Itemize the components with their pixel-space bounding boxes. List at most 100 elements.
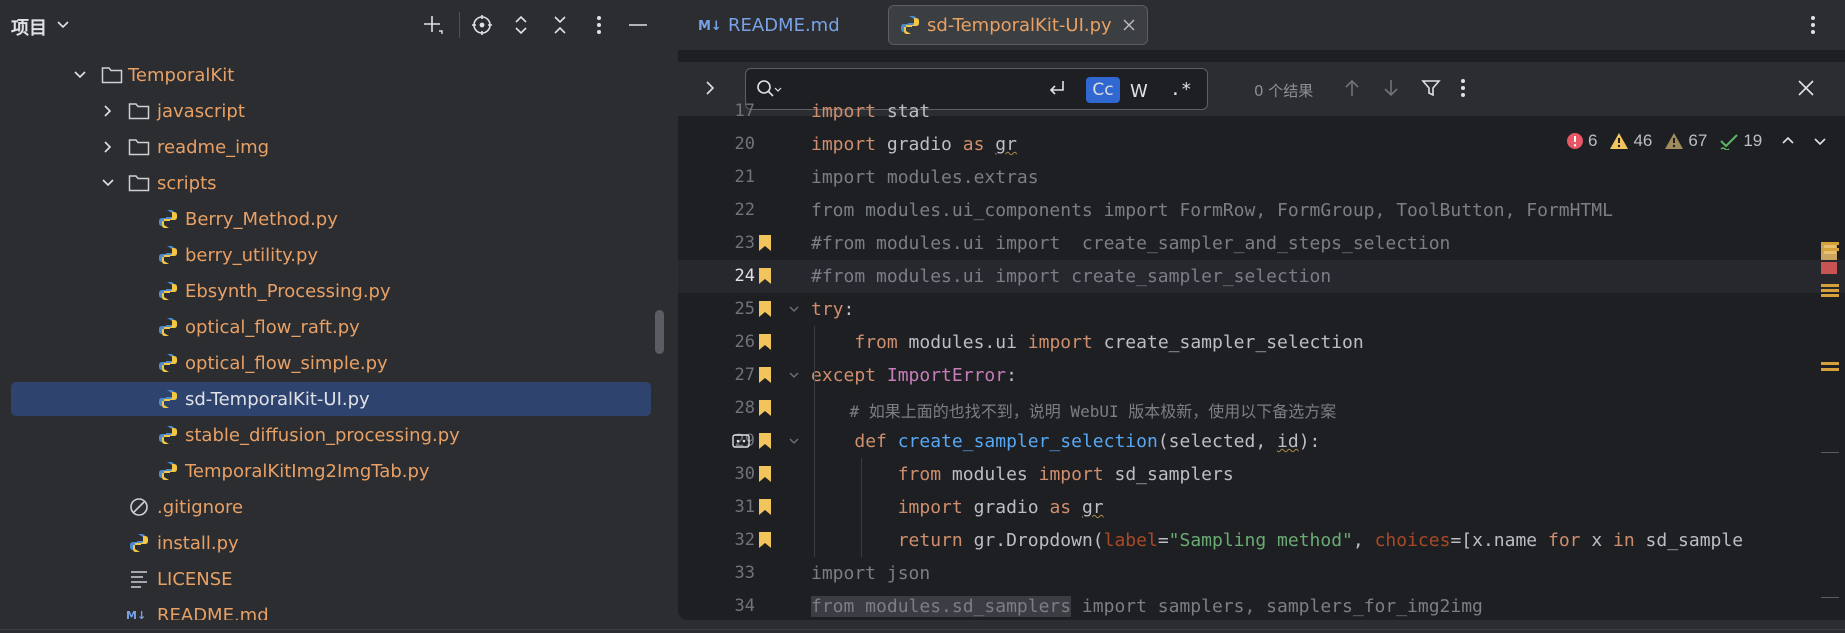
chevron-up-icon[interactable] bbox=[1780, 133, 1796, 149]
line-number: 27 bbox=[734, 365, 755, 385]
code-text: from modules import sd_samplers bbox=[897, 464, 1234, 485]
chevron-down-icon[interactable] bbox=[73, 68, 87, 82]
line-number: 31 bbox=[734, 497, 755, 517]
bookmark-icon[interactable] bbox=[758, 531, 772, 549]
svg-text:M↓: M↓ bbox=[126, 609, 146, 620]
chevron-right-icon[interactable] bbox=[704, 80, 716, 96]
bookmark-icon[interactable] bbox=[758, 333, 772, 351]
python-icon bbox=[159, 246, 177, 264]
more-vertical-icon[interactable] bbox=[1810, 14, 1816, 36]
tree-item-label: Ebsynth_Processing.py bbox=[185, 281, 391, 302]
bookmark-icon[interactable] bbox=[758, 498, 772, 516]
tree-item-file[interactable]: optical_flow_raft.py bbox=[0, 309, 670, 345]
tree-item-license[interactable]: LICENSE bbox=[0, 561, 670, 597]
close-icon[interactable] bbox=[1122, 18, 1136, 32]
python-icon bbox=[159, 390, 177, 408]
bookmark-icon[interactable] bbox=[758, 432, 772, 450]
tree-item-scripts[interactable]: scripts bbox=[0, 165, 670, 201]
bookmark-icon[interactable] bbox=[758, 234, 772, 252]
tree-item-file[interactable]: optical_flow_simple.py bbox=[0, 345, 670, 381]
line-number: 20 bbox=[734, 134, 755, 154]
tree-item-javascript[interactable]: javascript bbox=[0, 93, 670, 129]
collapse-all-button[interactable] bbox=[548, 13, 572, 37]
chevron-right-icon[interactable] bbox=[101, 140, 115, 154]
tab-readme[interactable]: M↓ README.md bbox=[698, 5, 858, 45]
line-number: 22 bbox=[734, 200, 755, 220]
code-editor[interactable]: 17 import stat 20 import gradio as gr 21… bbox=[678, 101, 1845, 620]
bookmark-icon[interactable] bbox=[758, 267, 772, 285]
locate-file-button[interactable] bbox=[470, 13, 494, 37]
plus-icon bbox=[424, 16, 443, 34]
fold-icon[interactable] bbox=[788, 304, 800, 314]
code-line: 25 try: bbox=[678, 293, 1845, 326]
line-number: 34 bbox=[734, 596, 755, 616]
bookmark-icon[interactable] bbox=[758, 366, 772, 384]
code-text: import gradio as gr bbox=[897, 497, 1104, 518]
folder-icon bbox=[128, 103, 150, 120]
options-button[interactable] bbox=[587, 13, 611, 37]
code-text: return gr.Dropdown(label="Sampling metho… bbox=[897, 530, 1744, 551]
tree-item-temporalkit[interactable]: TemporalKit bbox=[0, 57, 670, 93]
fold-icon[interactable] bbox=[788, 436, 800, 446]
bookmark-icon[interactable] bbox=[758, 465, 772, 483]
tree-item-file[interactable]: TemporalKitImg2ImgTab.py bbox=[0, 453, 670, 489]
bookmark-stripe[interactable] bbox=[1821, 289, 1839, 292]
tree-item-label: sd-TemporalKit-UI.py bbox=[185, 389, 370, 410]
fold-icon[interactable] bbox=[788, 370, 800, 380]
tree-item-label: Berry_Method.py bbox=[185, 209, 338, 230]
chevron-down-icon[interactable] bbox=[101, 176, 115, 190]
bookmark-stripe[interactable] bbox=[1821, 242, 1839, 245]
inspection-widget[interactable]: 6 46 67 19 bbox=[1566, 130, 1828, 152]
code-line: 30 from modules import sd_samplers bbox=[678, 458, 1845, 491]
code-text: #from modules.ui import create_sampler_s… bbox=[811, 266, 1332, 287]
project-panel-title[interactable]: 项目 bbox=[11, 14, 47, 40]
python-icon bbox=[901, 16, 919, 34]
bookmark-stripe[interactable] bbox=[1821, 248, 1839, 251]
tree-item-selected-file[interactable]: sd-TemporalKit-UI.py bbox=[0, 381, 670, 417]
typo-count: 19 bbox=[1743, 131, 1763, 150]
code-text: except ImportError: bbox=[811, 365, 1017, 386]
tree-item-file[interactable]: Berry_Method.py bbox=[0, 201, 670, 237]
tree-item-readme-img[interactable]: readme_img bbox=[0, 129, 670, 165]
chevron-down-icon[interactable] bbox=[56, 17, 70, 31]
code-line-current: 24 #from modules.ui import create_sample… bbox=[678, 260, 1845, 293]
tree-item-install[interactable]: install.py bbox=[0, 525, 670, 561]
tree-item-file[interactable]: stable_diffusion_processing.py bbox=[0, 417, 670, 453]
tree-item-file[interactable]: Ebsynth_Processing.py bbox=[0, 273, 670, 309]
weak-warning-icon bbox=[1665, 133, 1684, 149]
bookmark-stripe[interactable] bbox=[1821, 362, 1839, 365]
expand-all-button[interactable] bbox=[509, 13, 533, 37]
code-text: import json bbox=[811, 563, 931, 584]
code-text: def create_sampler_selection(selected, i… bbox=[854, 431, 1321, 452]
new-file-button[interactable] bbox=[421, 13, 445, 37]
error-stripe-marker[interactable] bbox=[1821, 262, 1837, 274]
code-line: 23 #from modules.ui import create_sample… bbox=[678, 227, 1845, 260]
text-file-icon bbox=[131, 571, 147, 588]
python-icon bbox=[159, 318, 177, 336]
expand-all-icon bbox=[515, 15, 527, 35]
hide-panel-button[interactable] bbox=[626, 13, 650, 37]
bookmark-stripe[interactable] bbox=[1821, 284, 1839, 287]
code-text: import gradio as gr bbox=[811, 134, 1017, 155]
indent-guide bbox=[861, 458, 862, 557]
code-line: 32 return gr.Dropdown(label="Sampling me… bbox=[678, 524, 1845, 557]
tab-sd-temporalkit-ui[interactable]: sd-TemporalKit-UI.py bbox=[888, 5, 1148, 45]
tree-item-label: readme_img bbox=[157, 137, 270, 158]
line-number: 23 bbox=[734, 233, 755, 253]
bookmark-stripe[interactable] bbox=[1821, 368, 1839, 371]
tree-scrollbar[interactable] bbox=[655, 310, 664, 354]
tree-item-gitignore[interactable]: .gitignore bbox=[0, 489, 670, 525]
collapse-all-icon bbox=[554, 16, 566, 34]
minimize-icon bbox=[629, 24, 647, 26]
bookmark-icon[interactable] bbox=[758, 300, 772, 318]
chevron-down-icon[interactable] bbox=[1812, 133, 1828, 149]
tree-item-file[interactable]: berry_utility.py bbox=[0, 237, 670, 273]
chevron-right-icon[interactable] bbox=[101, 104, 115, 118]
toolbar-divider bbox=[459, 12, 460, 38]
implementation-gutter-icon[interactable] bbox=[732, 434, 750, 448]
bookmark-stripe[interactable] bbox=[1821, 294, 1839, 297]
bookmark-icon[interactable] bbox=[758, 399, 772, 417]
code-text: from modules.sd_samplers import samplers… bbox=[811, 596, 1483, 617]
line-number: 30 bbox=[734, 464, 755, 484]
tree-item-readme[interactable]: M↓ README.md bbox=[0, 597, 670, 620]
